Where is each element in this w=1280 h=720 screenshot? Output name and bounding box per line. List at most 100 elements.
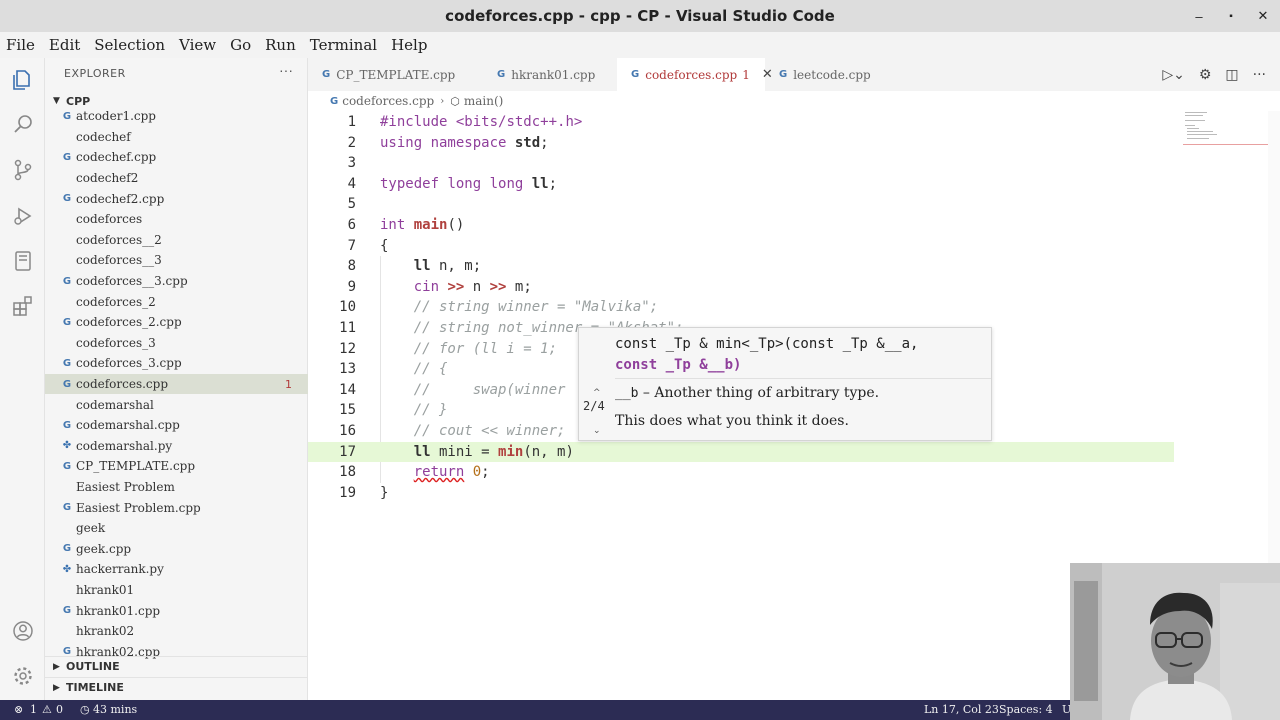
chevron-up-icon[interactable]: ^	[593, 388, 601, 398]
tab-label: leetcode.cpp	[793, 67, 871, 82]
session-timer[interactable]: 43 mins	[93, 703, 137, 716]
menu-selection[interactable]: Selection	[94, 36, 165, 54]
line-number: 10	[339, 299, 356, 316]
file-item[interactable]: Gcodeforces_3.cpp	[45, 353, 308, 374]
file-item[interactable]: Easiest Problem	[45, 477, 308, 498]
file-item[interactable]: Gcodeforces__3.cpp	[45, 271, 308, 292]
warning-icon[interactable]: ⚠	[42, 703, 52, 716]
run-debug-icon[interactable]	[0, 196, 45, 236]
outline-section[interactable]: ▶ OUTLINE	[45, 656, 308, 676]
line-number: 13	[339, 361, 356, 378]
menu-run[interactable]: Run	[265, 36, 296, 54]
editor-tabs: G CP_TEMPLATE.cpp G hkrank01.cpp G codef…	[308, 58, 1280, 91]
chevron-right-icon: ▶	[53, 682, 60, 693]
run-code-icon[interactable]: ▷⌄	[1162, 67, 1185, 83]
file-name: codemarshal.py	[76, 438, 173, 453]
source-control-icon[interactable]	[0, 150, 45, 190]
code-line[interactable]: 9 cin >> n >> m;	[308, 277, 1188, 298]
line-number: 11	[339, 320, 356, 336]
file-item[interactable]: codeforces	[45, 209, 308, 230]
account-icon[interactable]	[0, 611, 45, 651]
code-line-current[interactable]: 17 ll mini = min(n, m)	[308, 441, 1174, 463]
divider	[615, 378, 991, 379]
code-text: int main()	[380, 217, 465, 233]
breadcrumb-symbol[interactable]: main()	[464, 94, 503, 108]
extensions-icon[interactable]	[0, 286, 45, 326]
file-item[interactable]: Gatcoder1.cpp	[45, 106, 308, 127]
line-number: 7	[347, 237, 356, 254]
code-line[interactable]: 6 int main()	[308, 215, 1188, 236]
cpp-file-icon: G	[497, 69, 506, 80]
file-item[interactable]: Gcodeforces.cpp 1	[45, 373, 308, 395]
code-line[interactable]: 8 ll n, m;	[308, 256, 1188, 277]
file-item[interactable]: ✤ hackerrank.py	[45, 559, 308, 580]
menu-edit[interactable]: Edit	[49, 36, 80, 54]
tab-hkrank01[interactable]: G hkrank01.cpp	[483, 58, 617, 91]
code-line[interactable]: 7{	[308, 236, 1188, 257]
code-line[interactable]: 4 typedef long long ll;	[308, 174, 1188, 195]
split-editor-icon[interactable]: ◫	[1225, 67, 1238, 83]
code-line[interactable]: 18 return 0;	[308, 462, 1188, 483]
code-line[interactable]: 2 using namespace std;	[308, 133, 1188, 154]
tab-leetcode[interactable]: G leetcode.cpp	[765, 58, 899, 91]
file-item[interactable]: codechef	[45, 127, 308, 148]
file-item[interactable]: codemarshal	[45, 394, 308, 415]
minimap[interactable]	[1183, 111, 1268, 147]
indentation[interactable]: Spaces: 4	[999, 703, 1053, 716]
file-item[interactable]: hkrank01	[45, 580, 308, 601]
explorer-more-actions[interactable]: ···	[279, 62, 293, 78]
explorer-icon[interactable]	[0, 60, 45, 100]
warning-count[interactable]: 0	[56, 703, 63, 716]
code-line[interactable]: 10 // string winner = "Malvika";	[308, 297, 1188, 318]
chevron-down-icon[interactable]: ⌄	[593, 426, 601, 436]
cpp-file-icon: G	[62, 543, 72, 555]
file-item[interactable]: ✤ codemarshal.py	[45, 436, 308, 457]
file-item[interactable]: hkrank02	[45, 621, 308, 642]
file-item[interactable]: G Easiest Problem.cpp	[45, 497, 308, 518]
tab-cp-template[interactable]: G CP_TEMPLATE.cpp	[308, 58, 483, 91]
search-icon[interactable]	[0, 104, 45, 144]
file-item[interactable]: Ghkrank01.cpp	[45, 600, 308, 621]
file-item[interactable]: codeforces_3	[45, 333, 308, 354]
code-line[interactable]: 1 #include <bits/stdc++.h>	[308, 112, 1188, 133]
cursor-position[interactable]: Ln 17, Col 23	[924, 703, 999, 716]
file-item[interactable]: codeforces__2	[45, 230, 308, 251]
code-line[interactable]: 3	[308, 153, 1188, 174]
tab-codeforces[interactable]: G codeforces.cpp 1 ✕	[617, 58, 773, 91]
code-line[interactable]: 19}	[308, 483, 1188, 504]
file-item[interactable]: geek	[45, 518, 308, 539]
close-window-button[interactable]: ✕	[1246, 0, 1280, 32]
code-line[interactable]: 5	[308, 194, 1188, 215]
breadcrumb-file[interactable]: codeforces.cpp	[342, 94, 434, 108]
file-item[interactable]: codechef2	[45, 168, 308, 189]
file-item[interactable]: Gcodechef2.cpp	[45, 188, 308, 209]
code-text: // for (ll i = 1;	[380, 340, 558, 357]
error-count[interactable]: 1	[30, 703, 37, 716]
menu-help[interactable]: Help	[391, 36, 427, 54]
menu-go[interactable]: Go	[230, 36, 251, 54]
remote-explorer-icon[interactable]	[0, 241, 45, 281]
minimize-button[interactable]: –	[1182, 0, 1216, 32]
file-item[interactable]: Gcodemarshal.cpp	[45, 415, 308, 436]
code-text: // string winner = "Malvika";	[380, 299, 659, 316]
file-name: hkrank01.cpp	[76, 603, 161, 618]
chevron-down-icon: ▼	[53, 96, 60, 106]
file-item[interactable]: codeforces_2	[45, 291, 308, 312]
file-item[interactable]: G CP_TEMPLATE.cpp	[45, 456, 308, 477]
maximize-button[interactable]: ▪	[1214, 0, 1248, 32]
error-icon[interactable]: ⊗	[14, 703, 23, 716]
cpp-file-icon: G	[62, 419, 72, 431]
menu-view[interactable]: View	[179, 36, 216, 54]
file-item[interactable]: Ggeek.cpp	[45, 538, 308, 559]
tab-label: CP_TEMPLATE.cpp	[336, 67, 456, 82]
menu-file[interactable]: File	[6, 36, 35, 54]
menu-terminal[interactable]: Terminal	[310, 36, 377, 54]
more-actions-icon[interactable]: ···	[1253, 67, 1266, 83]
file-item[interactable]: Gcodechef.cpp	[45, 147, 308, 168]
manage-gear-icon[interactable]	[0, 656, 45, 696]
file-name: CP_TEMPLATE.cpp	[76, 459, 196, 474]
file-item[interactable]: Gcodeforces_2.cpp	[45, 312, 308, 333]
settings-gear-icon[interactable]: ⚙	[1199, 67, 1212, 83]
file-item[interactable]: codeforces__3	[45, 250, 308, 271]
timeline-section[interactable]: ▶ TIMELINE	[45, 677, 308, 697]
